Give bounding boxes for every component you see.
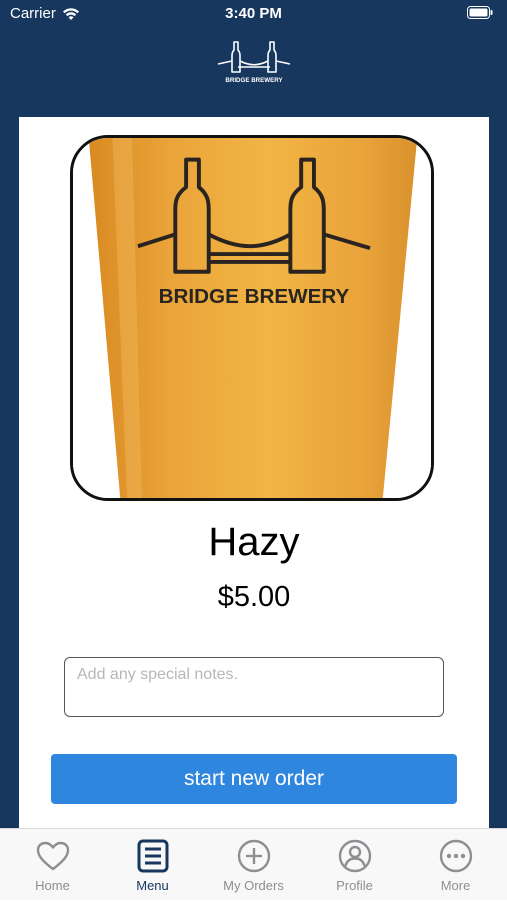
brand-logo-text: BRIDGE BREWERY <box>225 77 283 84</box>
tab-home[interactable]: Home <box>2 829 103 901</box>
heart-icon <box>36 841 69 871</box>
beer-glass-image: BRIDGE BREWERY <box>73 138 431 498</box>
tab-bar: Home Menu My Orders Profile More <box>0 828 507 900</box>
tab-more-label: More <box>440 878 471 893</box>
more-icon <box>439 839 472 873</box>
start-new-order-button[interactable]: start new order <box>51 754 457 804</box>
plus-circle-icon <box>237 839 270 873</box>
brand-logo: BRIDGE BREWERY <box>217 41 291 84</box>
tab-profile[interactable]: Profile <box>304 829 405 901</box>
tab-home-label: Home <box>35 878 70 893</box>
status-time: 3:40 PM <box>225 5 282 22</box>
special-notes-input[interactable] <box>64 657 444 717</box>
tab-my-orders[interactable]: My Orders <box>203 829 304 901</box>
tab-menu-label: Menu <box>136 878 169 893</box>
menu-list-icon <box>137 839 168 873</box>
product-image-logo-text: BRIDGE BREWERY <box>159 285 350 308</box>
product-image: BRIDGE BREWERY <box>70 135 434 501</box>
tab-more[interactable]: More <box>405 829 506 901</box>
battery-icon <box>467 6 493 19</box>
tab-profile-label: Profile <box>336 878 373 893</box>
product-price: $5.00 <box>217 581 291 613</box>
tab-my-orders-label: My Orders <box>223 878 284 893</box>
product-name: Hazy <box>208 520 300 564</box>
tab-menu[interactable]: Menu <box>102 829 203 901</box>
profile-icon <box>338 839 371 873</box>
product-card: BRIDGE BREWERY Hazy $5.00 start new orde… <box>19 117 489 828</box>
app-background: Carrier 3:40 PM BRIDGE BREWERY BRIDGE BR… <box>0 0 507 828</box>
status-bar: Carrier 3:40 PM <box>0 0 507 28</box>
